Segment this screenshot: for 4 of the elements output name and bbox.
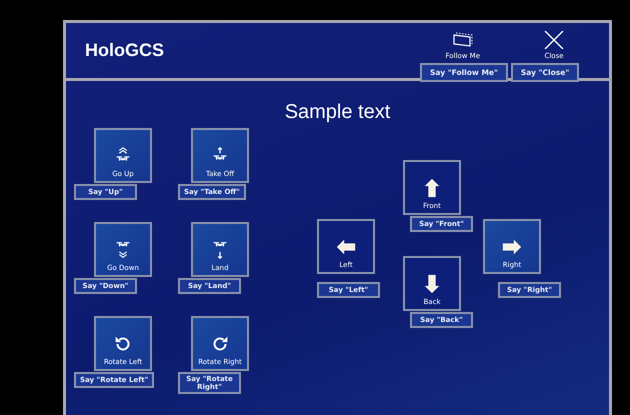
heading: Sample text: [284, 101, 392, 124]
app-title: HoloGCS: [85, 40, 165, 61]
close-icon: [542, 31, 566, 49]
window-frame-icon: [450, 31, 475, 49]
